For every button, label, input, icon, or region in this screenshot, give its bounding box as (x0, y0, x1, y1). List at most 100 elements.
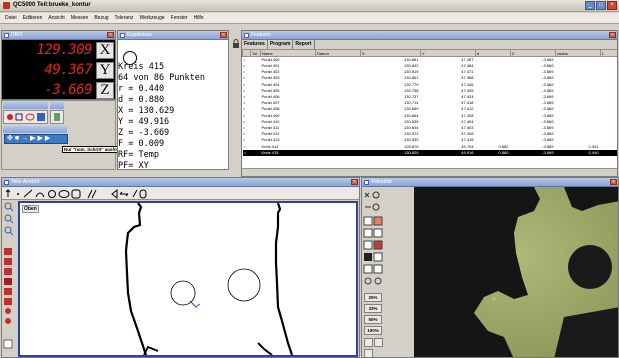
dro-y-value: 49.367 (6, 62, 94, 79)
video-tool-icons[interactable] (362, 187, 384, 291)
results-caption: Ergebnisse × (118, 31, 228, 40)
part-view-side-tools (2, 200, 16, 357)
column-header[interactable]: Tol (250, 49, 261, 57)
menu-werkzeuge[interactable]: Werkzeuge (136, 15, 167, 21)
menu-fenster[interactable]: Fenster (168, 15, 191, 21)
video-caption: Videobild × (362, 178, 618, 187)
probe-icon (54, 113, 60, 121)
menu-datei[interactable]: Datei (2, 15, 20, 21)
minimize-button[interactable]: _ (585, 1, 595, 10)
dro-row-x: 129.309 X (4, 41, 115, 60)
menu-messen[interactable]: Messen (68, 15, 92, 21)
part-contour-drawing (124, 203, 294, 355)
zoom-25-button[interactable]: 25% (364, 293, 382, 302)
view-tools-icons[interactable] (2, 200, 16, 358)
maximize-button[interactable]: □ (596, 1, 606, 10)
run-fast-icon[interactable]: ▶ (45, 135, 50, 143)
video-tool-gap (384, 187, 414, 357)
probe-panel-caption (50, 102, 64, 109)
column-header[interactable]: L (600, 49, 617, 57)
measure-tools-icons[interactable] (4, 111, 48, 123)
title-bar: QC5000 Teil:brueke_kontur _ □ × (0, 0, 619, 12)
dro-y-axis-button[interactable]: Y (96, 62, 114, 79)
results-close-button[interactable]: × (220, 32, 227, 38)
feature-cell (600, 149, 617, 156)
video-caption-title: Videobild (371, 179, 392, 185)
close-button[interactable]: × (607, 1, 617, 10)
menu-toleranz[interactable]: Toleranz (112, 15, 137, 21)
run-step-icon[interactable]: ▶ (30, 135, 35, 143)
dro-caption: DRO × (2, 31, 115, 40)
zoom-33-button[interactable]: 33% (364, 304, 382, 313)
menu-bar: Datei Editieren Ansicht Messen Bezug Tol… (0, 13, 619, 24)
result-line: F = 0.009 (118, 139, 165, 149)
feature-cell: -3.669 (510, 149, 556, 156)
column-header[interactable]: Z (510, 49, 556, 57)
part-view-canvas[interactable]: Oben (18, 201, 358, 357)
column-header[interactable] (242, 49, 251, 57)
run-play-icon[interactable]: ▶ (38, 135, 43, 143)
video-image[interactable] (414, 187, 618, 357)
app-icon (3, 2, 10, 9)
column-header[interactable]: radius (555, 49, 601, 57)
tool-panel-caption (3, 102, 48, 109)
dro-window-icon (4, 33, 9, 38)
feature-cell: 0.880 (475, 149, 511, 156)
result-line: X = 130.629 (118, 106, 175, 116)
feature-type-icon (123, 51, 137, 65)
dro-x-axis-button[interactable]: X (96, 42, 114, 59)
features-table-body: • Punkt 400 130.861 47.497 -3.669 • Punkt 401 1… (242, 57, 617, 156)
menu-bezug[interactable]: Bezug (91, 15, 111, 21)
features-hscrollbar[interactable] (242, 168, 617, 176)
dro-window: DRO × 129.309 X 49.367 Y -3.669 Z (1, 30, 116, 100)
dro-z-value: -3.669 (6, 82, 94, 99)
column-header[interactable]: Y (420, 49, 476, 57)
crosshair-icon[interactable] (364, 338, 373, 347)
column-header[interactable]: Name (260, 49, 316, 57)
menu-hilfe[interactable]: Hilfe (191, 15, 207, 21)
dro-row-z: -3.669 Z (4, 81, 115, 99)
drawing-tools-icons[interactable] (2, 187, 172, 200)
tab-features[interactable]: Features (242, 40, 268, 49)
lock-strip (231, 39, 241, 69)
result-line: Kreis 415 (118, 62, 165, 72)
features-window: Features × Features Program Report Tol Na… (241, 30, 618, 177)
result-line: PF= XY (118, 161, 149, 170)
dro-close-button[interactable]: × (107, 32, 114, 38)
zoom-100-button[interactable]: 100% (364, 326, 382, 335)
feature-cell (315, 149, 361, 156)
video-close-button[interactable]: × (610, 179, 617, 185)
menu-editieren[interactable]: Editieren (20, 15, 46, 21)
video-window: Videobild × 25% 33% 50% 100% (361, 177, 619, 358)
part-view-close-button[interactable]: × (351, 179, 358, 185)
qc5000-app: QC5000 Teil:brueke_kontur _ □ × Datei Ed… (0, 0, 619, 358)
tab-report[interactable]: Report (293, 40, 315, 49)
zoom-50-button[interactable]: 50% (364, 315, 382, 324)
result-line: d = 0.880 (118, 95, 165, 105)
tab-program[interactable]: Program (268, 40, 294, 49)
column-header[interactable]: Datum (315, 49, 361, 57)
column-header[interactable]: X (360, 49, 421, 57)
column-header[interactable]: d (475, 49, 511, 57)
run-controls: ✤ ■ → ▶ ▶ ▶ (4, 134, 68, 144)
light-icon[interactable] (374, 338, 383, 347)
dro-z-axis-button[interactable]: Z (96, 82, 114, 99)
feature-cell: Kreis 415 (260, 149, 316, 156)
run-start-icon[interactable]: ✤ (7, 135, 13, 143)
features-caption-title: Features (251, 32, 271, 38)
grid-icon[interactable] (364, 349, 373, 357)
result-line: 64 von 86 Punkten (118, 73, 205, 83)
features-close-button[interactable]: × (609, 32, 616, 38)
run-arrow-icon[interactable]: → (21, 135, 28, 143)
part-view-caption: Teile-Ansicht × (2, 178, 359, 187)
lock-icon[interactable] (231, 39, 241, 49)
results-body: Kreis 415 64 von 86 Punkten r = 0.440 d … (118, 40, 228, 169)
results-window-icon (120, 33, 125, 38)
results-caption-title: Ergebnisse (127, 32, 153, 38)
window-controls: _ □ × (585, 1, 617, 10)
menu-ansicht[interactable]: Ansicht (45, 15, 67, 21)
probe-box[interactable] (50, 110, 64, 124)
part-view-window-icon (4, 180, 9, 185)
feature-row[interactable]: ○ Kreis 415 130.629 49.916 0.880 -3.669 0.440 (242, 149, 617, 156)
run-stop-icon[interactable]: ■ (15, 135, 19, 143)
